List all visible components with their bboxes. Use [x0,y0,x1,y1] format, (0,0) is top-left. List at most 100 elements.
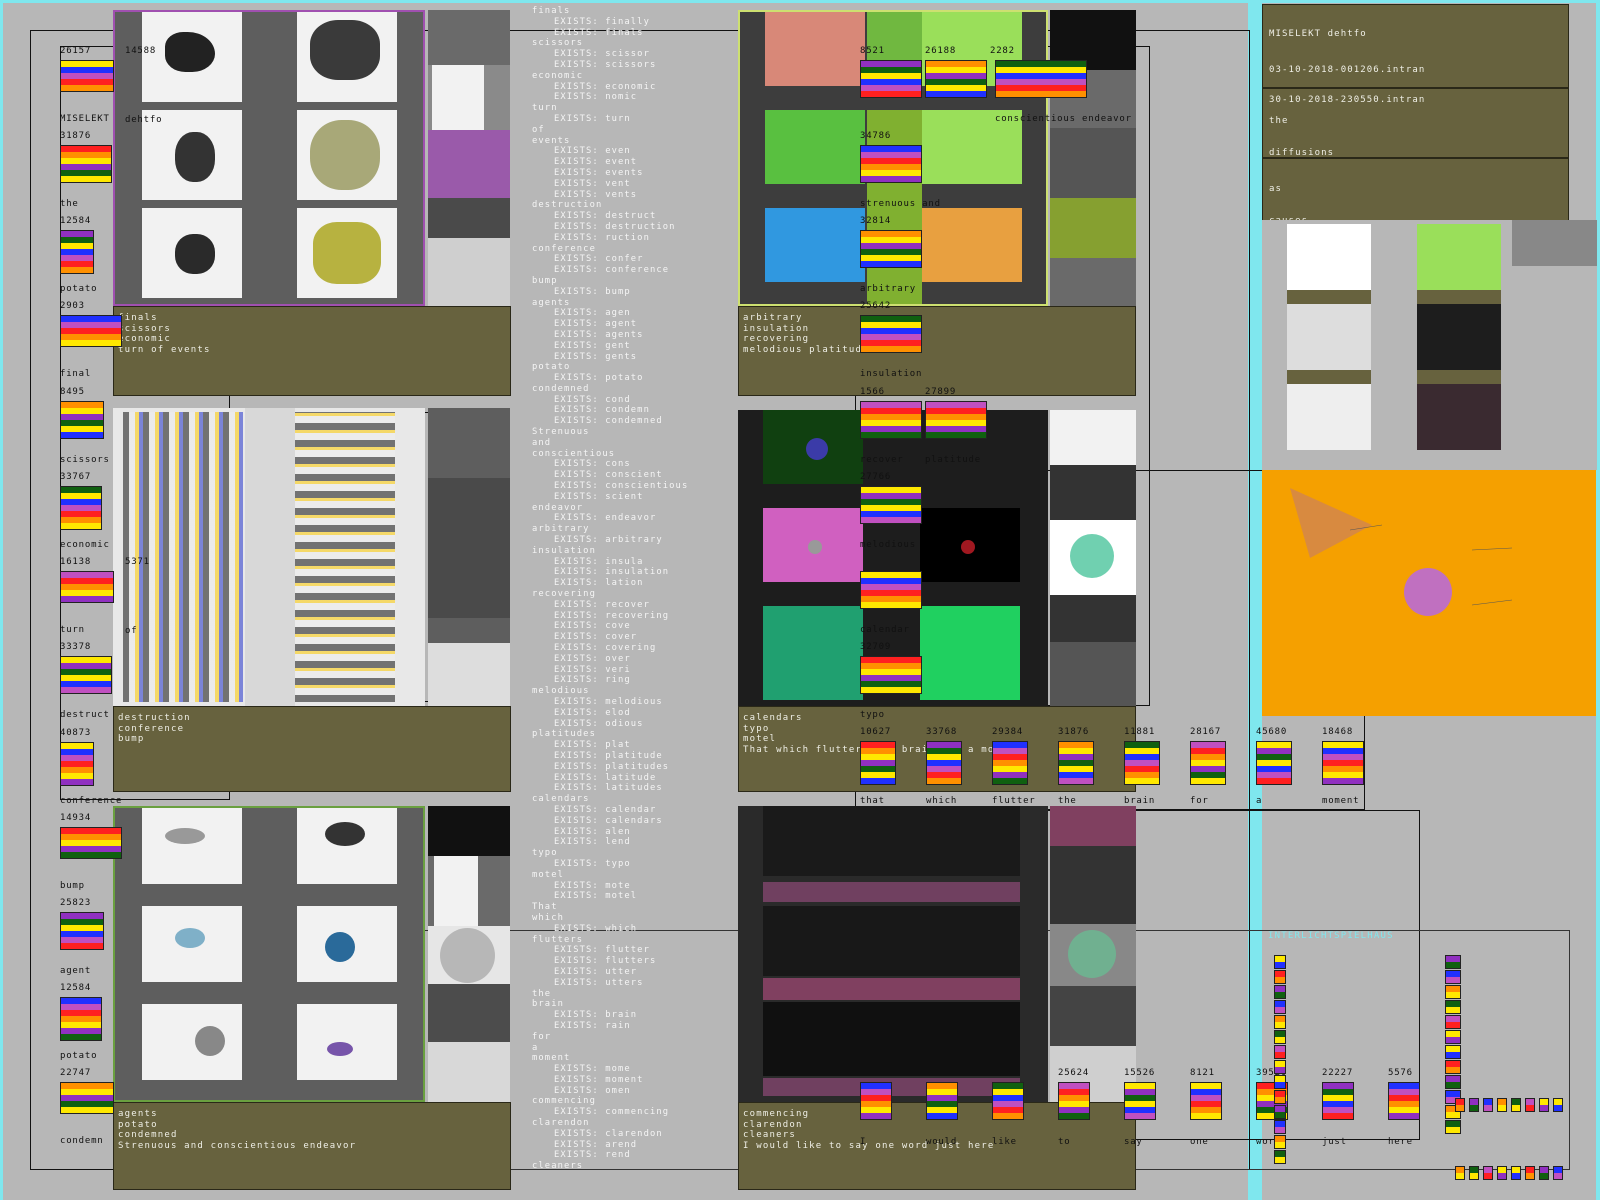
exists-prefix: EXISTS: [554,189,599,200]
exists-entry: EXISTS: agent [532,319,722,330]
word-entry: and [532,437,552,448]
exists-entry: EXISTS: motel [532,891,722,902]
word-label: bump [60,881,85,891]
exists-entry: EXISTS: flutters [532,956,722,967]
word-count: 8121 [1190,1068,1215,1078]
word-entry: calendars [532,794,590,805]
exists-prefix: EXISTS: [554,804,599,815]
exists-entry: EXISTS: cond [532,395,722,406]
exists-value: event [605,157,638,168]
mini-bar [1497,1166,1507,1180]
word-label: economic [60,540,110,550]
mini-bar [1525,1166,1535,1180]
exists-entry: EXISTS: utters [532,978,722,989]
collage-top-left [113,10,425,306]
word-count: 31876 [1058,727,1090,737]
word-label: say [1124,1137,1143,1147]
exists-value: finally [605,16,650,27]
collage-bottom-right-side [1050,806,1136,1102]
exists-entry: EXISTS: condemn [532,405,722,416]
orange-shapes [1290,488,1513,616]
word-label: MISELEKT [60,114,110,124]
exists-entry: EXISTS: gents [532,352,722,363]
mini-bar [1553,1166,1563,1180]
exists-prefix: EXISTS: [554,697,599,707]
color-bar-stack [860,60,922,98]
mini-bar [1445,970,1461,984]
word-count: 12584 [60,216,92,226]
exists-entry: EXISTS: vent [532,179,722,190]
exists-value: mome [605,1064,631,1075]
panel-line: turn of events [118,344,211,355]
exists-value: elod [605,707,631,718]
bottom-label: INTERLICHTSPIELHAUS [1268,931,1394,941]
word-label: destruct [60,710,110,720]
exists-entry: EXISTS: rend [532,1150,722,1161]
word-entry: economic [532,70,584,81]
collage-bottom-right [738,806,1048,1102]
exists-entry: EXISTS: over [532,654,722,665]
collage-bottom-left-side [428,806,510,1102]
exists-prefix: EXISTS: [554,923,599,934]
exists-value: condemned [605,416,663,427]
color-bar-stack [860,741,896,785]
exists-prefix: EXISTS: [554,178,599,189]
exists-value: arend [605,1139,638,1150]
exists-entry: EXISTS: brain [532,1010,722,1021]
panel-line: melodious platitude [743,344,869,355]
exists-prefix: EXISTS: [554,675,599,686]
mini-bar [1483,1166,1493,1180]
exists-entry: EXISTS: veri [532,665,722,676]
exists-entry: EXISTS: which [532,924,722,935]
exists-entry: EXISTS: cove [532,621,722,632]
mini-bar [1274,985,1286,999]
mini-bar [1274,1135,1286,1149]
exists-entry: EXISTS: cover [532,632,722,643]
color-bar-stack [860,486,922,524]
exists-entry: EXISTS: scient [532,492,722,503]
color-bar-stack [1322,741,1364,785]
exists-entry: EXISTS: rain [532,1021,722,1032]
word-count: 28167 [1190,727,1222,737]
panel-line: clarendon [743,1119,803,1130]
exists-entry: EXISTS: calendars [532,816,722,827]
word-entry: which [532,912,564,923]
exists-entry: EXISTS: latitudes [532,783,722,794]
exists-entry: EXISTS: scissors [532,60,722,71]
exists-value: scissors [605,59,657,70]
word-label: the [60,199,79,209]
exists-entry: EXISTS: melodious [532,697,722,708]
word-label: just [1322,1137,1347,1147]
color-bar-stack [860,571,922,609]
color-bar-stack [1388,1082,1420,1120]
color-bar-stack [1190,1082,1222,1120]
panel-line: destruction [118,713,191,723]
exists-prefix: EXISTS: [554,373,599,384]
mini-bar [1445,985,1461,999]
exists-value: motel [605,891,638,902]
exists-value: omen [605,1085,631,1096]
word-label: typo [860,710,885,720]
exists-entry: EXISTS: scissor [532,49,722,60]
exists-entry: EXISTS: elod [532,708,722,719]
exists-value: cond [605,394,631,405]
exists-prefix: EXISTS: [554,1150,599,1161]
exists-value: odious [605,718,644,729]
exists-value: turn [605,113,631,124]
word-count: 31876 [60,131,92,141]
mini-bar [1539,1166,1549,1180]
exists-prefix: EXISTS: [554,599,599,610]
exists-entry: EXISTS: covering [532,643,722,654]
color-bar-stack [925,60,987,98]
mid-number: 5371 [125,557,150,567]
exists-prefix: EXISTS: [554,329,599,340]
exists-entry: EXISTS: platitudes [532,762,722,773]
exists-value: agents [605,329,644,340]
exists-value: even [605,146,631,157]
exists-value: lend [605,837,631,848]
word-count: 25823 [60,898,92,908]
exists-prefix: EXISTS: [554,956,599,967]
color-bar-stack [60,315,122,347]
exists-value: lation [605,578,644,589]
exists-prefix: EXISTS: [554,858,599,869]
